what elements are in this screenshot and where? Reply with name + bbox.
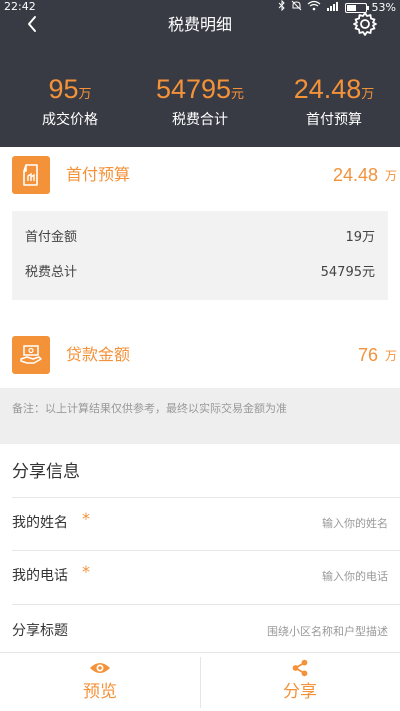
down-payment-row: 首付预算 24.48 万 — [0, 150, 400, 198]
summary-price: 95万 成交价格 — [0, 72, 140, 130]
name-input[interactable] — [188, 512, 388, 534]
loan-unit: 万 — [384, 349, 397, 363]
summary-downpayment-label: 首付预算 — [306, 112, 362, 128]
summary-row: 95万 成交价格 54795元 税费合计 24.48万 首付预算 — [0, 72, 400, 132]
divider — [12, 604, 400, 605]
document-icon — [12, 156, 50, 194]
down-payment-unit: 万 — [384, 169, 397, 183]
share-title-field-row: 分享标题 — [0, 606, 400, 658]
detail-label: 税费总计 — [25, 265, 78, 280]
gear-icon — [353, 12, 377, 36]
summary-downpayment-unit: 万 — [361, 87, 375, 102]
detail-row: 首付金额 19万 — [25, 227, 375, 249]
detail-value: 54795元 — [320, 265, 375, 280]
name-label: 我的姓名 — [12, 515, 68, 531]
required-star: * — [82, 562, 90, 581]
loan-label: 贷款金额 — [66, 345, 131, 364]
loan-row: 贷款金额 76 万 — [0, 330, 400, 378]
summary-tax-label: 税费合计 — [172, 112, 228, 128]
share-label: 分享 — [283, 682, 317, 702]
phone-input[interactable] — [188, 565, 388, 587]
summary-downpayment-value: 24.48 — [293, 74, 362, 104]
phone-label: 我的电话 — [12, 568, 68, 584]
detail-label: 首付金额 — [25, 230, 78, 245]
phone-field-row: 我的电话 * — [0, 551, 400, 603]
preview-label: 预览 — [83, 682, 117, 702]
down-payment-details: 首付金额 19万 税费总计 54795元 — [12, 211, 388, 300]
bottom-bar: 预览 分享 — [0, 652, 400, 711]
note-band: 备注：以上计算结果仅供参考，最终以实际交易金额为准 — [0, 388, 400, 444]
detail-value: 19万 — [345, 230, 375, 245]
summary-downpayment: 24.48万 首付预算 — [264, 72, 400, 130]
share-icon — [292, 659, 308, 677]
status-bar: 22:42 53% — [0, 0, 400, 14]
page-title: 税费明细 — [167, 15, 232, 34]
share-title-label: 分享标题 — [12, 623, 68, 639]
header: 22:42 53% 税费明细 95万 成交价格 54795元 税费合计 24.4… — [0, 0, 400, 147]
loan-value: 76 — [357, 345, 378, 365]
share-title-input[interactable] — [188, 620, 388, 642]
summary-tax-unit: 元 — [231, 87, 245, 102]
summary-price-value: 95 — [48, 74, 79, 104]
settings-button[interactable] — [352, 11, 378, 37]
preview-button[interactable]: 预览 — [0, 653, 200, 711]
note-text: 备注：以上计算结果仅供参考，最终以实际交易金额为准 — [12, 402, 287, 415]
share-section-title: 分享信息 — [12, 462, 80, 482]
loan-icon — [12, 336, 50, 374]
eye-icon — [90, 663, 110, 673]
share-button[interactable]: 分享 — [200, 653, 400, 711]
down-payment-label: 首付预算 — [66, 165, 131, 184]
summary-price-label: 成交价格 — [42, 112, 98, 128]
summary-price-unit: 万 — [78, 87, 92, 102]
detail-row: 税费总计 54795元 — [25, 262, 375, 284]
name-field-row: 我的姓名 * — [0, 498, 400, 550]
summary-tax: 54795元 税费合计 — [130, 72, 270, 130]
required-star: * — [82, 509, 90, 528]
down-payment-value: 24.48 — [332, 165, 378, 185]
summary-tax-value: 54795 — [155, 74, 232, 104]
